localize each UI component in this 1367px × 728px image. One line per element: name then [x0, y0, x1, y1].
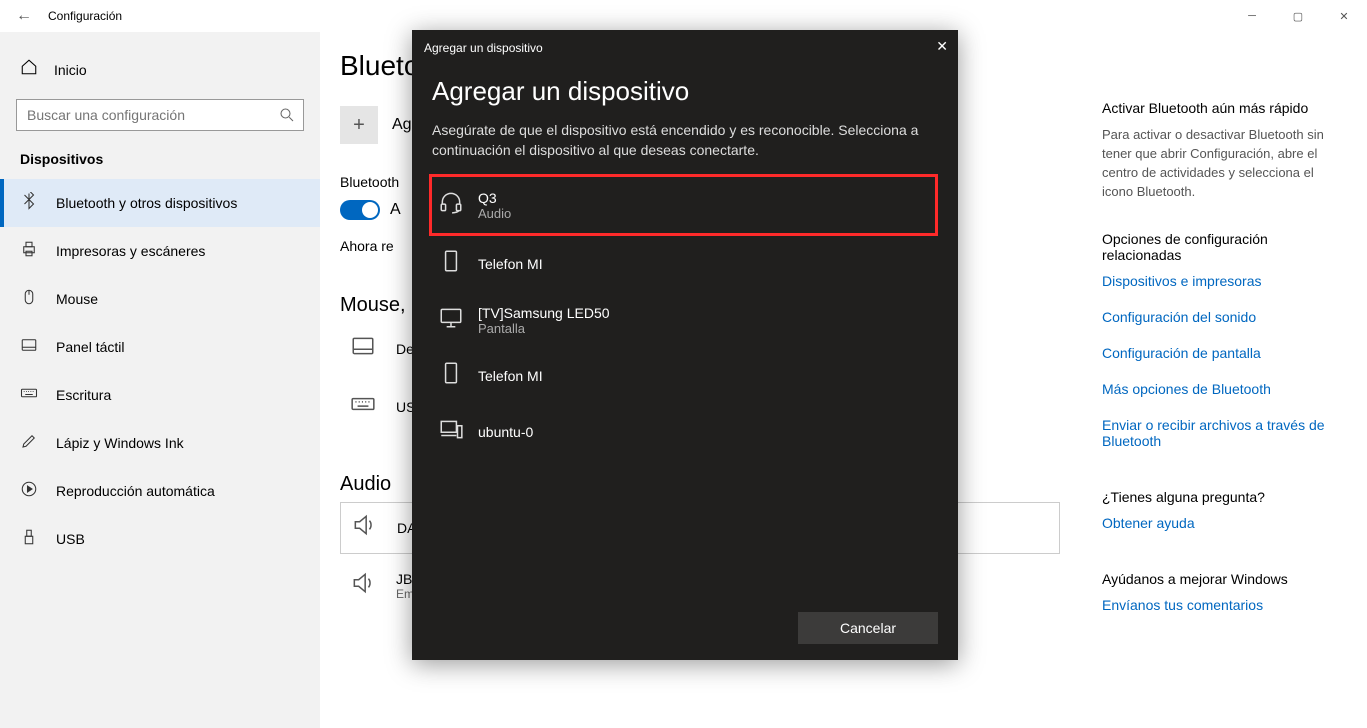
sidebar-item-touchpad[interactable]: Panel táctil — [0, 323, 320, 371]
tip-body: Para activar o desactivar Bluetooth sin … — [1102, 126, 1347, 201]
sidebar-item-autoplay[interactable]: Reproducción automática — [0, 467, 320, 515]
home-label: Inicio — [54, 62, 87, 78]
dialog-titlebar-text: Agregar un dispositivo — [424, 41, 543, 55]
sidebar-item-label: Impresoras y escáneres — [56, 243, 205, 259]
search-input[interactable] — [16, 99, 304, 131]
autoplay-icon — [20, 480, 38, 502]
cancel-button[interactable]: Cancelar — [798, 612, 938, 644]
window-controls: ─ ▢ ✕ — [1229, 0, 1367, 32]
touchpad-icon — [348, 333, 378, 365]
sidebar-item-label: Bluetooth y otros dispositivos — [56, 195, 237, 211]
related-link[interactable]: Dispositivos e impresoras — [1102, 273, 1347, 289]
add-device-dialog: Agregar un dispositivo ✕ Agregar un disp… — [412, 30, 958, 660]
sidebar-item-label: Mouse — [56, 291, 98, 307]
right-rail: Activar Bluetooth aún más rápido Para ac… — [1102, 100, 1347, 633]
sidebar-item-label: Panel táctil — [56, 339, 124, 355]
phone-icon — [438, 360, 462, 392]
plus-icon: + — [340, 106, 378, 144]
toggle-state-label: A — [390, 201, 401, 219]
sidebar-item-mouse[interactable]: Mouse — [0, 275, 320, 323]
usb-icon — [20, 528, 38, 550]
printer-icon — [20, 240, 38, 262]
sidebar-item-label: Escritura — [56, 387, 111, 403]
home-link[interactable]: Inicio — [0, 52, 320, 99]
device-type: Pantalla — [478, 321, 610, 336]
sidebar-item-usb[interactable]: USB — [0, 515, 320, 563]
sidebar-group-label: Dispositivos — [0, 151, 320, 179]
dialog-titlebar: Agregar un dispositivo ✕ — [412, 30, 958, 66]
sidebar-item-bluetooth[interactable]: Bluetooth y otros dispositivos — [0, 179, 320, 227]
speaker-icon — [349, 512, 379, 544]
bluetooth-toggle[interactable] — [340, 200, 380, 220]
keyboard-icon — [348, 391, 378, 423]
maximize-button[interactable]: ▢ — [1275, 0, 1321, 32]
sidebar-item-keyboard[interactable]: Escritura — [0, 371, 320, 419]
device-type: Audio — [478, 206, 511, 221]
window-title: Configuración — [48, 9, 122, 23]
add-device-label: Ag — [392, 116, 412, 134]
device-name: [TV]Samsung LED50 — [478, 305, 610, 321]
question-title: ¿Tienes alguna pregunta? — [1102, 489, 1347, 505]
discovered-device[interactable]: ubuntu-0 — [432, 404, 938, 460]
sidebar-item-label: Lápiz y Windows Ink — [56, 435, 184, 451]
device-name: Q3 — [478, 190, 511, 206]
sidebar-item-printer[interactable]: Impresoras y escáneres — [0, 227, 320, 275]
device-name: Telefon MI — [478, 256, 543, 272]
keyboard-icon — [20, 384, 38, 406]
sidebar-item-pen[interactable]: Lápiz y Windows Ink — [0, 419, 320, 467]
home-icon — [20, 58, 38, 81]
dialog-close-button[interactable]: ✕ — [936, 38, 948, 55]
feedback-link[interactable]: Envíanos tus comentarios — [1102, 597, 1347, 613]
improve-title: Ayúdanos a mejorar Windows — [1102, 571, 1347, 587]
monitor-icon — [438, 304, 462, 336]
phone-icon — [438, 248, 462, 280]
discovered-device[interactable]: [TV]Samsung LED50Pantalla — [432, 292, 938, 348]
related-link[interactable]: Más opciones de Bluetooth — [1102, 381, 1347, 397]
dialog-subtitle: Asegúrate de que el dispositivo está enc… — [432, 121, 938, 160]
help-link[interactable]: Obtener ayuda — [1102, 515, 1347, 531]
mouse-icon — [20, 288, 38, 310]
headset-icon — [438, 189, 462, 221]
discovered-device[interactable]: Q3Audio — [429, 174, 938, 236]
touchpad-icon — [20, 336, 38, 358]
discovered-device[interactable]: Telefon MI — [432, 236, 938, 292]
titlebar: ← Configuración — [0, 0, 1367, 32]
sidebar-item-label: USB — [56, 531, 85, 547]
dialog-heading: Agregar un dispositivo — [432, 76, 938, 107]
search-box[interactable] — [16, 99, 304, 131]
device-name: Telefon MI — [478, 368, 543, 384]
tip-title: Activar Bluetooth aún más rápido — [1102, 100, 1347, 116]
computer-icon — [438, 416, 462, 448]
related-title: Opciones de configuración relacionadas — [1102, 231, 1347, 263]
device-name: ubuntu-0 — [478, 424, 533, 440]
search-icon — [278, 106, 296, 127]
minimize-button[interactable]: ─ — [1229, 0, 1275, 32]
related-link[interactable]: Configuración de pantalla — [1102, 345, 1347, 361]
pen-icon — [20, 432, 38, 454]
bluetooth-icon — [20, 192, 38, 214]
speaker-icon — [348, 570, 378, 602]
sidebar-item-label: Reproducción automática — [56, 483, 215, 499]
close-button[interactable]: ✕ — [1321, 0, 1367, 32]
related-link[interactable]: Configuración del sonido — [1102, 309, 1347, 325]
discovered-device[interactable]: Telefon MI — [432, 348, 938, 404]
related-link[interactable]: Enviar o recibir archivos a través de Bl… — [1102, 417, 1347, 449]
back-button[interactable]: ← — [0, 7, 48, 25]
sidebar: Inicio Dispositivos Bluetooth y otros di… — [0, 32, 320, 728]
